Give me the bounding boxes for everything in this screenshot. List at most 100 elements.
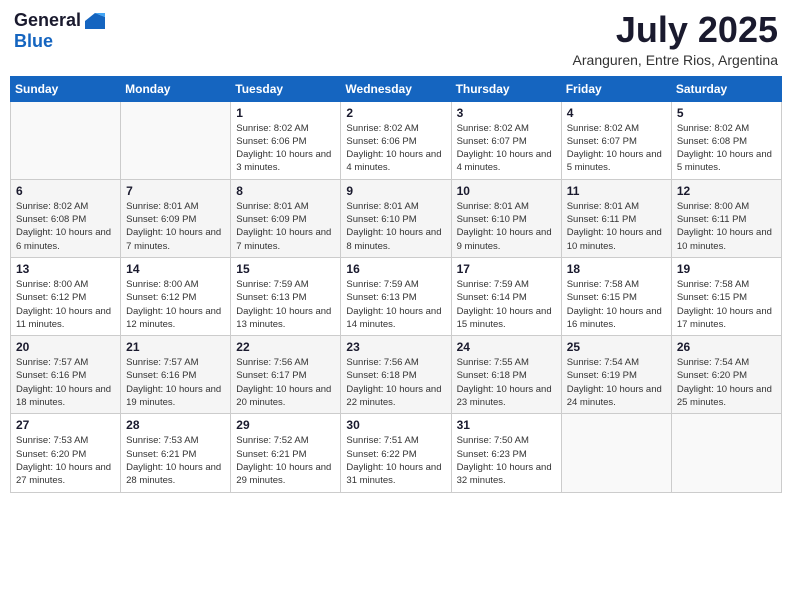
calendar-cell: 8 Sunrise: 8:01 AM Sunset: 6:09 PM Daylig… <box>231 179 341 257</box>
calendar-cell: 30 Sunrise: 7:51 AM Sunset: 6:22 PM Dayli… <box>341 414 451 492</box>
day-number: 20 <box>16 340 115 354</box>
day-number: 8 <box>236 184 335 198</box>
day-info: Sunrise: 8:01 AM Sunset: 6:11 PM Dayligh… <box>567 200 666 253</box>
day-info: Sunrise: 7:54 AM Sunset: 6:20 PM Dayligh… <box>677 356 776 409</box>
calendar-cell: 22Sunrise: 7:56 AM Sunset: 6:17 PM Dayli… <box>231 336 341 414</box>
calendar-cell <box>11 101 121 179</box>
calendar-cell: 6 Sunrise: 8:02 AM Sunset: 6:08 PM Daylig… <box>11 179 121 257</box>
day-number: 16 <box>346 262 445 276</box>
calendar-cell: 16Sunrise: 7:59 AM Sunset: 6:13 PM Dayli… <box>341 257 451 335</box>
day-info: Sunrise: 7:56 AM Sunset: 6:17 PM Dayligh… <box>236 356 335 409</box>
calendar-week-5: 27 Sunrise: 7:53 AM Sunset: 6:20 PM Dayli… <box>11 414 782 492</box>
day-number: 30 <box>346 418 445 432</box>
calendar-cell: 21 Sunrise: 7:57 AM Sunset: 6:16 PM Dayli… <box>121 336 231 414</box>
day-info: Sunrise: 8:00 AM Sunset: 6:11 PM Dayligh… <box>677 200 776 253</box>
day-info: Sunrise: 8:00 AM Sunset: 6:12 PM Dayligh… <box>16 278 115 331</box>
calendar-cell: 1 Sunrise: 8:02 AM Sunset: 6:06 PM Daylig… <box>231 101 341 179</box>
day-number: 12 <box>677 184 776 198</box>
page-header: General Blue July 2025 Aranguren, Entre … <box>10 10 782 68</box>
day-info: Sunrise: 8:01 AM Sunset: 6:09 PM Dayligh… <box>236 200 335 253</box>
day-info: Sunrise: 7:53 AM Sunset: 6:21 PM Dayligh… <box>126 434 225 487</box>
day-number: 28 <box>126 418 225 432</box>
day-info: Sunrise: 7:56 AM Sunset: 6:18 PM Dayligh… <box>346 356 445 409</box>
day-number: 6 <box>16 184 115 198</box>
weekday-header-friday: Friday <box>561 76 671 101</box>
logo-general: General <box>14 10 81 31</box>
day-info: Sunrise: 8:01 AM Sunset: 6:10 PM Dayligh… <box>457 200 556 253</box>
weekday-header-tuesday: Tuesday <box>231 76 341 101</box>
day-number: 17 <box>457 262 556 276</box>
day-number: 5 <box>677 106 776 120</box>
day-number: 19 <box>677 262 776 276</box>
calendar-cell <box>561 414 671 492</box>
day-info: Sunrise: 7:55 AM Sunset: 6:18 PM Dayligh… <box>457 356 556 409</box>
calendar-cell: 24 Sunrise: 7:55 AM Sunset: 6:18 PM Dayli… <box>451 336 561 414</box>
day-info: Sunrise: 8:02 AM Sunset: 6:08 PM Dayligh… <box>677 122 776 175</box>
calendar-cell: 25 Sunrise: 7:54 AM Sunset: 6:19 PM Dayli… <box>561 336 671 414</box>
calendar-cell: 5 Sunrise: 8:02 AM Sunset: 6:08 PM Daylig… <box>671 101 781 179</box>
calendar-cell: 13 Sunrise: 8:00 AM Sunset: 6:12 PM Dayli… <box>11 257 121 335</box>
day-number: 7 <box>126 184 225 198</box>
weekday-header-sunday: Sunday <box>11 76 121 101</box>
calendar-week-2: 6 Sunrise: 8:02 AM Sunset: 6:08 PM Daylig… <box>11 179 782 257</box>
location-subtitle: Aranguren, Entre Rios, Argentina <box>573 52 778 68</box>
weekday-header-monday: Monday <box>121 76 231 101</box>
day-number: 21 <box>126 340 225 354</box>
title-area: July 2025 Aranguren, Entre Rios, Argenti… <box>573 10 778 68</box>
weekday-header-saturday: Saturday <box>671 76 781 101</box>
day-info: Sunrise: 7:57 AM Sunset: 6:16 PM Dayligh… <box>16 356 115 409</box>
calendar-cell: 19 Sunrise: 7:58 AM Sunset: 6:15 PM Dayli… <box>671 257 781 335</box>
day-info: Sunrise: 7:53 AM Sunset: 6:20 PM Dayligh… <box>16 434 115 487</box>
day-number: 1 <box>236 106 335 120</box>
day-number: 14 <box>126 262 225 276</box>
calendar-cell: 9Sunrise: 8:01 AM Sunset: 6:10 PM Daylig… <box>341 179 451 257</box>
day-number: 24 <box>457 340 556 354</box>
calendar-week-4: 20 Sunrise: 7:57 AM Sunset: 6:16 PM Dayli… <box>11 336 782 414</box>
calendar-cell: 29 Sunrise: 7:52 AM Sunset: 6:21 PM Dayli… <box>231 414 341 492</box>
day-info: Sunrise: 8:02 AM Sunset: 6:08 PM Dayligh… <box>16 200 115 253</box>
day-number: 11 <box>567 184 666 198</box>
calendar-cell: 10 Sunrise: 8:01 AM Sunset: 6:10 PM Dayli… <box>451 179 561 257</box>
day-number: 15 <box>236 262 335 276</box>
calendar-cell: 26Sunrise: 7:54 AM Sunset: 6:20 PM Dayli… <box>671 336 781 414</box>
day-number: 27 <box>16 418 115 432</box>
day-info: Sunrise: 7:51 AM Sunset: 6:22 PM Dayligh… <box>346 434 445 487</box>
calendar-cell: 27 Sunrise: 7:53 AM Sunset: 6:20 PM Dayli… <box>11 414 121 492</box>
calendar-cell: 31 Sunrise: 7:50 AM Sunset: 6:23 PM Dayli… <box>451 414 561 492</box>
calendar-week-1: 1 Sunrise: 8:02 AM Sunset: 6:06 PM Daylig… <box>11 101 782 179</box>
day-info: Sunrise: 7:50 AM Sunset: 6:23 PM Dayligh… <box>457 434 556 487</box>
calendar-cell: 2Sunrise: 8:02 AM Sunset: 6:06 PM Daylig… <box>341 101 451 179</box>
calendar-cell: 11 Sunrise: 8:01 AM Sunset: 6:11 PM Dayli… <box>561 179 671 257</box>
day-number: 18 <box>567 262 666 276</box>
calendar-cell: 12 Sunrise: 8:00 AM Sunset: 6:11 PM Dayli… <box>671 179 781 257</box>
calendar-cell: 20 Sunrise: 7:57 AM Sunset: 6:16 PM Dayli… <box>11 336 121 414</box>
day-info: Sunrise: 7:58 AM Sunset: 6:15 PM Dayligh… <box>567 278 666 331</box>
day-info: Sunrise: 7:52 AM Sunset: 6:21 PM Dayligh… <box>236 434 335 487</box>
day-number: 25 <box>567 340 666 354</box>
day-number: 13 <box>16 262 115 276</box>
month-year-title: July 2025 <box>573 10 778 50</box>
calendar-cell: 14Sunrise: 8:00 AM Sunset: 6:12 PM Dayli… <box>121 257 231 335</box>
calendar-cell <box>121 101 231 179</box>
calendar-table: SundayMondayTuesdayWednesdayThursdayFrid… <box>10 76 782 493</box>
calendar-cell: 28 Sunrise: 7:53 AM Sunset: 6:21 PM Dayli… <box>121 414 231 492</box>
day-number: 31 <box>457 418 556 432</box>
day-number: 4 <box>567 106 666 120</box>
day-info: Sunrise: 7:54 AM Sunset: 6:19 PM Dayligh… <box>567 356 666 409</box>
day-info: Sunrise: 7:58 AM Sunset: 6:15 PM Dayligh… <box>677 278 776 331</box>
day-info: Sunrise: 8:02 AM Sunset: 6:07 PM Dayligh… <box>567 122 666 175</box>
day-info: Sunrise: 8:02 AM Sunset: 6:06 PM Dayligh… <box>236 122 335 175</box>
day-number: 2 <box>346 106 445 120</box>
day-info: Sunrise: 7:59 AM Sunset: 6:13 PM Dayligh… <box>236 278 335 331</box>
calendar-cell: 4 Sunrise: 8:02 AM Sunset: 6:07 PM Daylig… <box>561 101 671 179</box>
calendar-cell: 7 Sunrise: 8:01 AM Sunset: 6:09 PM Daylig… <box>121 179 231 257</box>
day-info: Sunrise: 7:59 AM Sunset: 6:14 PM Dayligh… <box>457 278 556 331</box>
day-info: Sunrise: 8:01 AM Sunset: 6:10 PM Dayligh… <box>346 200 445 253</box>
calendar-cell: 23 Sunrise: 7:56 AM Sunset: 6:18 PM Dayli… <box>341 336 451 414</box>
day-info: Sunrise: 8:01 AM Sunset: 6:09 PM Dayligh… <box>126 200 225 253</box>
day-number: 10 <box>457 184 556 198</box>
day-number: 23 <box>346 340 445 354</box>
day-number: 29 <box>236 418 335 432</box>
day-info: Sunrise: 7:57 AM Sunset: 6:16 PM Dayligh… <box>126 356 225 409</box>
calendar-cell: 15 Sunrise: 7:59 AM Sunset: 6:13 PM Dayli… <box>231 257 341 335</box>
